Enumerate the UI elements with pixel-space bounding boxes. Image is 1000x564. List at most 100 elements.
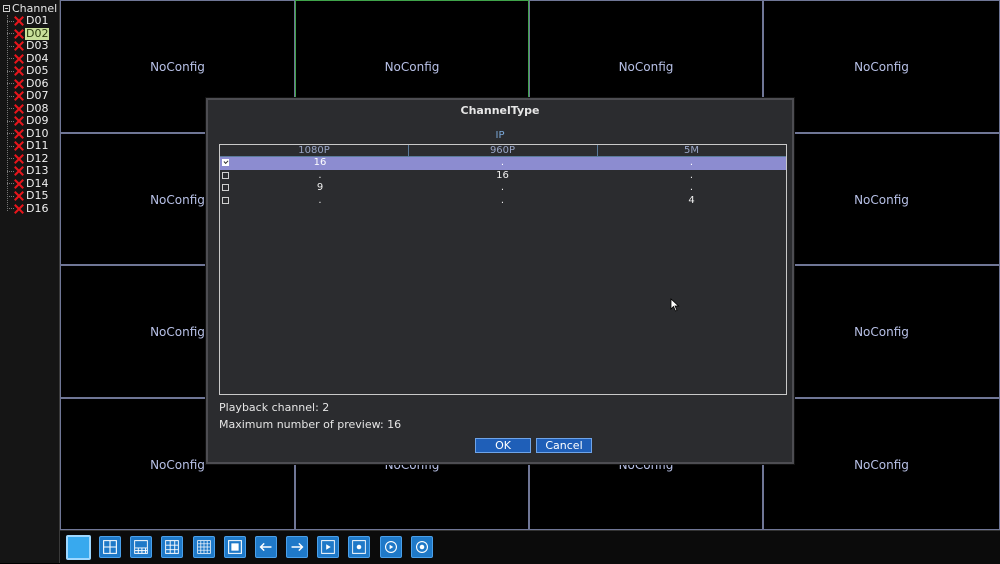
tree-branch	[7, 195, 14, 197]
disconnected-icon	[14, 154, 24, 164]
channel-item-d12[interactable]: D12	[7, 151, 49, 165]
table-cell: .	[500, 194, 505, 206]
toolbar-button-4[interactable]	[161, 536, 183, 558]
table-row[interactable]: 16..	[220, 157, 786, 170]
disconnected-icon	[14, 129, 24, 139]
disconnected-icon	[14, 79, 24, 89]
channel-label: D07	[26, 89, 49, 102]
quad-view-icon	[103, 540, 117, 554]
fullscreen-icon	[228, 540, 242, 554]
disconnected-icon	[14, 191, 24, 201]
channel-tree: Channel D01 D02 D03 D04 D05 D06 D07 D08 D09 D10 D1…	[0, 0, 60, 563]
channel-item-d14[interactable]: D14	[7, 176, 49, 190]
tree-branch	[7, 20, 14, 22]
channel-item-d16[interactable]: D16	[7, 202, 49, 215]
snapshot-icon	[416, 541, 428, 553]
tree-branch	[7, 83, 14, 84]
video-cell-16[interactable]: NoConfig	[763, 398, 1000, 530]
table-cell: .	[318, 194, 322, 206]
table-row[interactable]: 9..	[220, 182, 786, 195]
channel-item-d11[interactable]: D11	[7, 140, 49, 152]
channel-label: D15	[26, 189, 49, 202]
no-config-label: NoConfig	[854, 60, 909, 74]
channel-item-d04[interactable]: D04	[7, 51, 49, 65]
table-cell: .	[500, 182, 505, 193]
collapse-icon[interactable]	[3, 5, 10, 12]
disconnected-icon	[14, 141, 24, 151]
tree-branch	[7, 133, 14, 134]
channel-label: D09	[26, 114, 49, 127]
channel-item-d05[interactable]: D05	[7, 65, 49, 77]
channel-label: D11	[26, 139, 49, 152]
channel-item-d06[interactable]: D06	[7, 77, 49, 90]
toolbar-button-12[interactable]	[411, 536, 433, 558]
table-cell: .	[500, 157, 505, 168]
table-cell: .	[689, 169, 694, 181]
playback-icon	[385, 541, 397, 553]
toolbar-button-5[interactable]	[193, 536, 215, 558]
video-cell-12[interactable]: NoConfig	[763, 265, 1000, 398]
channel-item-d10[interactable]: D10	[7, 126, 49, 140]
tree-branch	[7, 33, 14, 34]
video-cell-8[interactable]: NoConfig	[763, 133, 1000, 265]
disconnected-icon	[14, 91, 24, 101]
channel-item-d07[interactable]: D07	[7, 90, 49, 102]
disconnected-icon	[14, 66, 24, 76]
table-cell: 9	[316, 182, 324, 193]
cancel-button[interactable]: Cancel	[536, 438, 592, 453]
tree-branch	[7, 58, 14, 59]
channel-label: D14	[26, 176, 49, 190]
nine-view-icon	[165, 540, 179, 554]
toolbar-button-7[interactable]	[255, 536, 277, 558]
play-icon	[321, 540, 335, 554]
table-row[interactable]: . 16.	[220, 170, 786, 183]
disconnected-icon	[14, 179, 24, 189]
channel-label: D12	[26, 151, 49, 165]
arrow-left-icon	[259, 542, 272, 552]
table-cell: 4	[688, 194, 695, 206]
disconnected-icon	[14, 54, 24, 64]
mouse-cursor-icon	[670, 298, 680, 312]
table-cell: 16	[496, 169, 509, 181]
ok-button[interactable]: OK	[475, 438, 531, 453]
channel-label: D08	[26, 101, 49, 115]
ip-group-label: IP	[495, 130, 505, 141]
toolbar-button-2[interactable]	[99, 536, 121, 558]
table-cell: .	[318, 169, 322, 181]
toolbar-button-3[interactable]	[130, 536, 152, 558]
channel-label: D10	[26, 126, 49, 140]
channel-item-d01[interactable]: D01	[7, 15, 49, 27]
playback-channel-text: Playback channel: 2	[219, 401, 330, 414]
toolbar-button-8[interactable]	[286, 536, 308, 558]
channel-item-d13[interactable]: D13	[7, 165, 49, 177]
tree-branch	[7, 170, 14, 172]
channel-label: D13	[26, 164, 49, 177]
no-config-label: NoConfig	[618, 60, 674, 74]
tree-branch	[7, 70, 14, 72]
toolbar-button-10[interactable]	[348, 536, 370, 558]
toolbar-button-9[interactable]	[317, 536, 339, 558]
channel-item-d09[interactable]: D09	[7, 115, 49, 127]
table-cell: .	[689, 157, 694, 168]
tree-branch	[7, 120, 14, 122]
column-header-1080p: 1080P	[220, 145, 409, 157]
toolbar-button-6[interactable]	[224, 536, 246, 558]
video-cell-4[interactable]: NoConfig	[763, 0, 1000, 133]
eight-view-icon	[134, 540, 148, 554]
tree-branch	[7, 45, 14, 47]
channel-item-d02[interactable]: D02	[7, 27, 50, 40]
channel-label: D04	[26, 51, 49, 65]
tree-branch	[7, 183, 14, 184]
toolbar-button-11[interactable]	[380, 536, 402, 558]
table-cell: .	[689, 182, 694, 193]
toolbar-button-1[interactable]	[66, 535, 91, 560]
table-row[interactable]: .. 4	[220, 195, 786, 208]
tree-branch	[7, 108, 14, 109]
channel-type-dialog: ChannelType IP 1080P 960P 5M 16... 16. 9..…	[206, 98, 794, 464]
sixteen-view-icon	[197, 540, 211, 554]
tree-branch	[7, 208, 14, 209]
channel-item-d08[interactable]: D08	[7, 101, 49, 115]
channel-item-d15[interactable]: D15	[7, 190, 49, 202]
channel-item-d03[interactable]: D03	[7, 40, 49, 52]
bottom-toolbar	[60, 530, 1000, 564]
